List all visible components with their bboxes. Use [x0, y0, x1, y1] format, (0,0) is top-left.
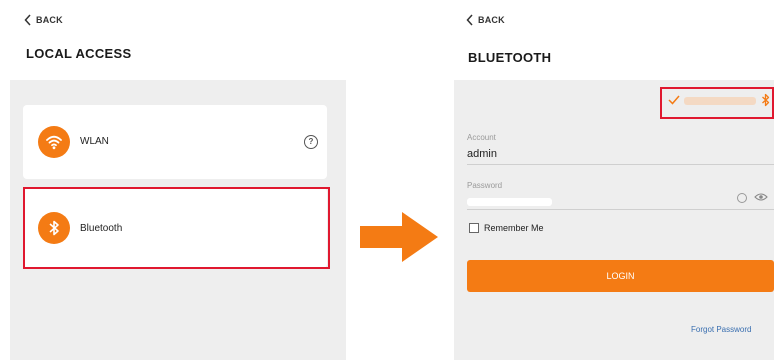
- account-input[interactable]: admin: [467, 148, 497, 160]
- wifi-icon: [38, 126, 70, 158]
- eye-icon[interactable]: [754, 192, 768, 202]
- back-button[interactable]: BACK: [24, 14, 63, 26]
- help-icon[interactable]: ?: [304, 135, 318, 149]
- bluetooth-highlight-box: [23, 187, 330, 269]
- password-input[interactable]: [467, 198, 552, 206]
- login-button[interactable]: LOGIN: [467, 260, 774, 292]
- bluetooth-login-panel: Account admin Password Remember Me LOGIN…: [454, 80, 774, 360]
- chevron-left-icon: [24, 14, 31, 26]
- account-label: Account: [467, 133, 496, 142]
- back-button-right[interactable]: BACK: [466, 14, 505, 26]
- page-title: LOCAL ACCESS: [26, 46, 132, 61]
- remember-me-label: Remember Me: [484, 223, 544, 233]
- wlan-label: WLAN: [80, 136, 109, 147]
- password-underline: [467, 209, 774, 210]
- device-highlight-box: [660, 87, 774, 119]
- forgot-password-link[interactable]: Forgot Password: [691, 325, 751, 334]
- page-title-right: BLUETOOTH: [468, 50, 552, 65]
- back-label: BACK: [36, 15, 63, 25]
- wlan-option[interactable]: WLAN ?: [23, 105, 327, 179]
- remember-me-checkbox[interactable]: [469, 223, 479, 233]
- account-underline: [467, 164, 774, 165]
- password-label: Password: [467, 181, 503, 190]
- arrow-right-icon: [360, 212, 438, 262]
- chevron-left-icon: [466, 14, 473, 26]
- back-label: BACK: [478, 15, 505, 25]
- clear-icon[interactable]: [737, 193, 747, 203]
